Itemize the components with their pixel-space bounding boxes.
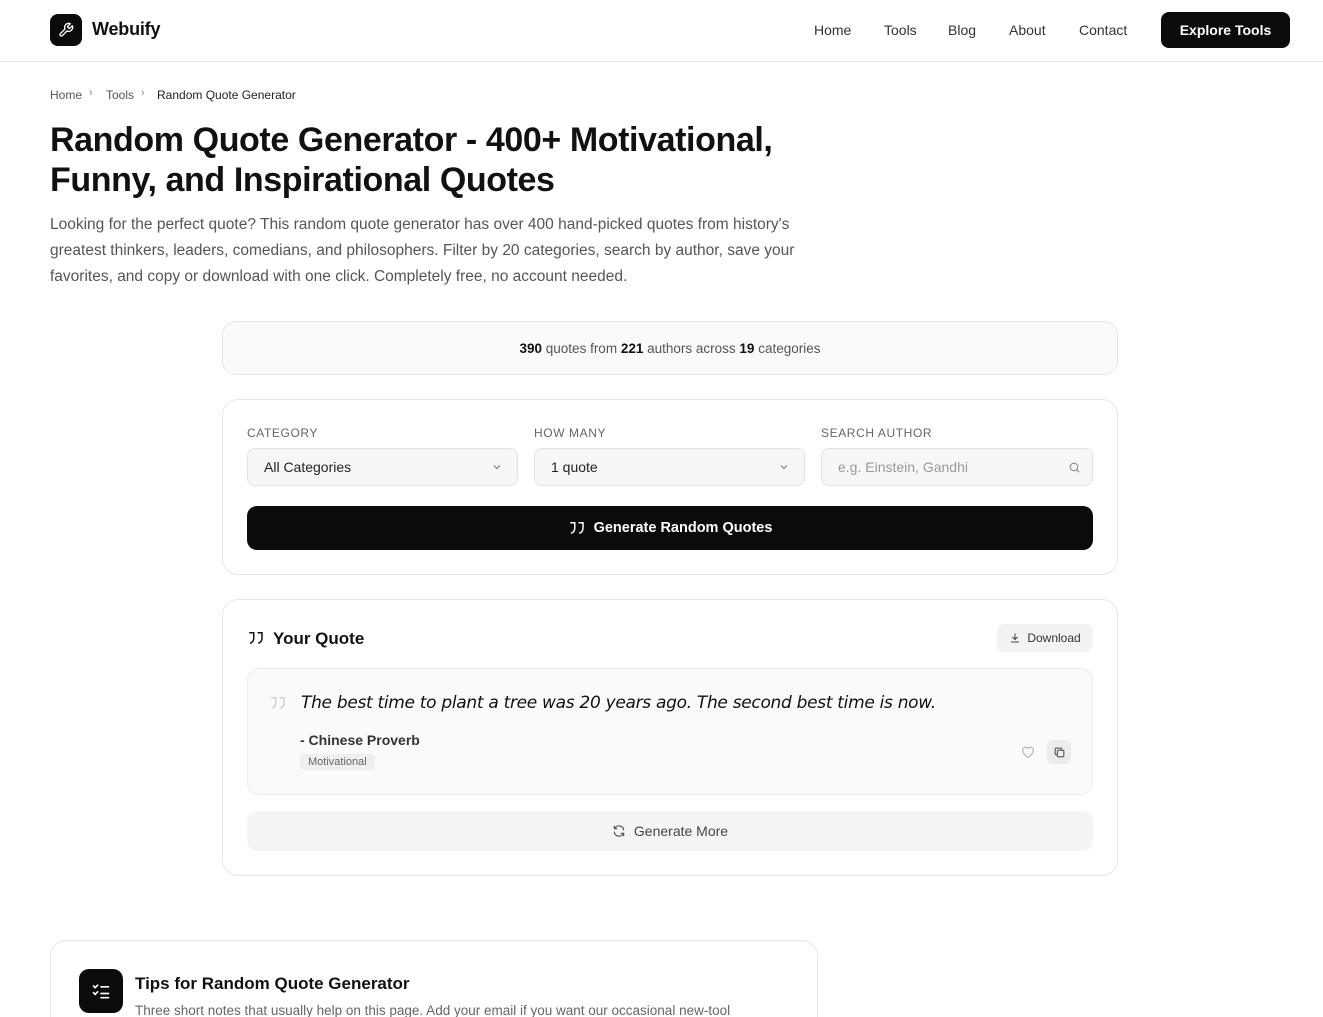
tips-subtitle: Three short notes that usually help on t… bbox=[135, 1003, 731, 1017]
count-label: HOW MANY bbox=[534, 426, 607, 440]
search-author-input[interactable] bbox=[821, 448, 1093, 486]
categories-label: categories bbox=[754, 340, 821, 356]
site-header: Webuify Home Tools Blog About Contact Ex… bbox=[0, 0, 1323, 62]
search-icon bbox=[1069, 462, 1080, 473]
page-title-line2: Funny, and Inspirational Quotes bbox=[50, 161, 555, 199]
quote-item: The best time to plant a tree was 20 yea… bbox=[247, 668, 1093, 795]
generate-more-button[interactable]: Generate More bbox=[247, 811, 1093, 851]
nav-blog[interactable]: Blog bbox=[948, 22, 976, 38]
generate-more-label: Generate More bbox=[633, 823, 729, 839]
category-value: All Categories bbox=[264, 459, 352, 475]
quote-category-badge: Motivational bbox=[300, 754, 375, 770]
nav-contact[interactable]: Contact bbox=[1079, 22, 1127, 38]
copy-icon bbox=[1054, 747, 1064, 757]
heart-icon[interactable] bbox=[1020, 744, 1036, 759]
page-title-line1: Random Quote Generator - 400+ Motivation… bbox=[50, 121, 773, 159]
refresh-icon bbox=[613, 825, 625, 837]
search-author-label: SEARCH AUTHOR bbox=[821, 426, 933, 440]
authors-count: 221 bbox=[620, 340, 644, 356]
nav-tools[interactable]: Tools bbox=[884, 22, 917, 38]
chevron-right-icon: › bbox=[141, 87, 145, 99]
controls-card: CATEGORY All Categories HOW MANY 1 quote… bbox=[222, 399, 1118, 575]
tips-card: Tips for Random Quote Generator Three sh… bbox=[50, 940, 818, 1017]
breadcrumb-tools[interactable]: Tools bbox=[106, 88, 134, 102]
quotes-count: 390 bbox=[519, 340, 543, 356]
tips-title: Tips for Random Quote Generator bbox=[135, 974, 410, 993]
intro-line1: Looking for the perfect quote? This rand… bbox=[50, 216, 790, 233]
category-label: CATEGORY bbox=[247, 426, 319, 440]
quote-author: - Chinese Proverb bbox=[300, 732, 420, 748]
download-button[interactable]: Download bbox=[997, 624, 1093, 652]
count-select[interactable]: 1 quote bbox=[534, 448, 805, 486]
your-quote-heading: Your Quote bbox=[273, 629, 365, 648]
download-label: Download bbox=[1027, 631, 1081, 645]
nav-home[interactable]: Home bbox=[814, 22, 851, 38]
generate-quotes-button[interactable]: Generate Random Quotes bbox=[247, 506, 1093, 550]
intro-line2: greatest thinkers, leaders, comedians, a… bbox=[50, 242, 795, 259]
checklist-icon bbox=[79, 969, 123, 1013]
quote-icon bbox=[569, 522, 584, 534]
chevron-right-icon: › bbox=[89, 87, 93, 99]
page-title: Random Quote Generator - 400+ Motivation… bbox=[50, 120, 830, 200]
generate-quotes-label: Generate Random Quotes bbox=[593, 520, 773, 536]
chevron-down-icon bbox=[780, 465, 788, 470]
categories-count: 19 bbox=[739, 340, 755, 356]
page-intro: Looking for the perfect quote? This rand… bbox=[50, 212, 830, 290]
quote-result-card: Your Quote Download The best time to pla… bbox=[222, 599, 1118, 876]
category-select[interactable]: All Categories bbox=[247, 448, 518, 486]
authors-label: authors across bbox=[643, 340, 740, 356]
count-value: 1 quote bbox=[551, 459, 598, 475]
chevron-down-icon bbox=[493, 465, 501, 470]
quotes-label: quotes from bbox=[542, 340, 621, 356]
download-icon bbox=[1011, 633, 1020, 643]
stats-bar: 390 quotes from 221 authors across 19 ca… bbox=[222, 321, 1118, 375]
intro-line3: favorites, and copy or download with one… bbox=[50, 268, 628, 285]
brand-name[interactable]: Webuify bbox=[92, 19, 160, 40]
quote-mark-icon bbox=[271, 697, 285, 709]
quote-text: The best time to plant a tree was 20 yea… bbox=[301, 693, 936, 713]
breadcrumb-home[interactable]: Home bbox=[50, 88, 82, 102]
nav-about[interactable]: About bbox=[1009, 22, 1046, 38]
logo-wrench-icon[interactable] bbox=[50, 14, 82, 46]
explore-tools-button[interactable]: Explore Tools bbox=[1161, 12, 1290, 48]
breadcrumb-current: Random Quote Generator bbox=[157, 88, 296, 102]
quote-icon bbox=[249, 632, 263, 644]
copy-button[interactable] bbox=[1047, 740, 1071, 764]
